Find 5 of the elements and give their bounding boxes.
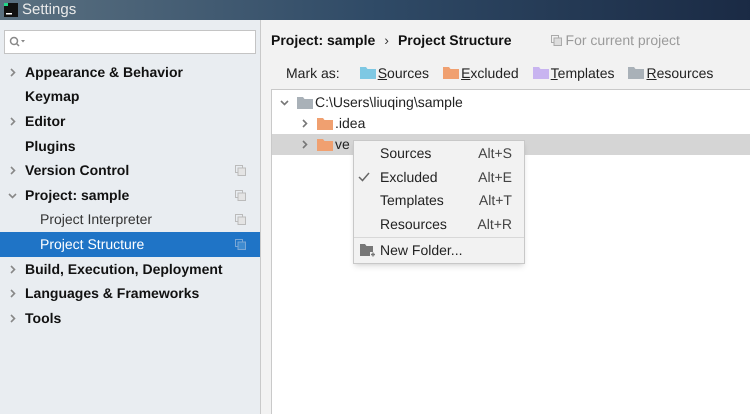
scope-label: For current project <box>566 31 680 50</box>
breadcrumb-current: Project Structure <box>398 31 512 50</box>
mark-as-label: Mark as: <box>286 64 340 82</box>
breadcrumb-separator: › <box>384 31 389 50</box>
window-title: Settings <box>22 0 76 20</box>
